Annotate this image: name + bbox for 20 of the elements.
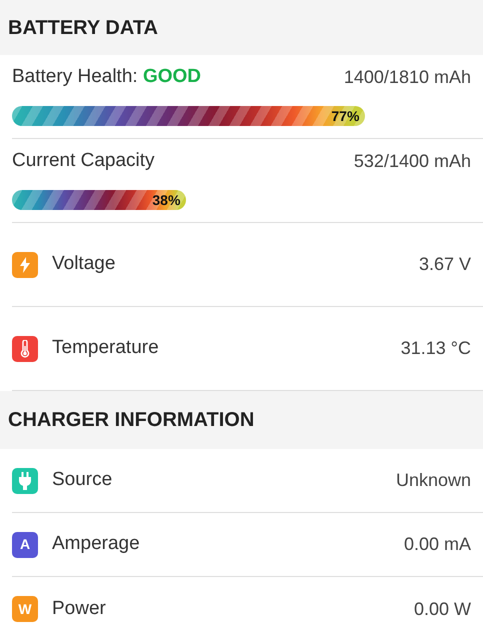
section-title: CHARGER INFORMATION (8, 408, 254, 433)
row-value: 0.00 W (414, 598, 471, 620)
row-label: Current Capacity (12, 149, 155, 173)
row-label: Voltage (52, 252, 116, 276)
row-value: 3.67 V (418, 253, 471, 276)
row-label: Temperature (52, 336, 159, 360)
percent-label: 38% (152, 190, 180, 210)
letter-icon: A (12, 532, 38, 558)
row-value: Unknown (396, 469, 471, 492)
section-title: BATTERY DATA (8, 16, 158, 40)
row-value: 532/1400 mAh (354, 150, 471, 173)
row-value: 31.13 °C (400, 337, 471, 360)
row-value: 0.00 mA (404, 533, 471, 556)
letter-icon: W (12, 596, 38, 622)
row-value: 1400/1810 mAh (344, 66, 471, 89)
row-label: Amperage (52, 532, 140, 556)
percent-label: 77% (331, 106, 360, 126)
row-label: Battery Health: GOOD (12, 65, 202, 89)
row-label: Source (52, 468, 112, 492)
row-label: Power (52, 596, 106, 621)
